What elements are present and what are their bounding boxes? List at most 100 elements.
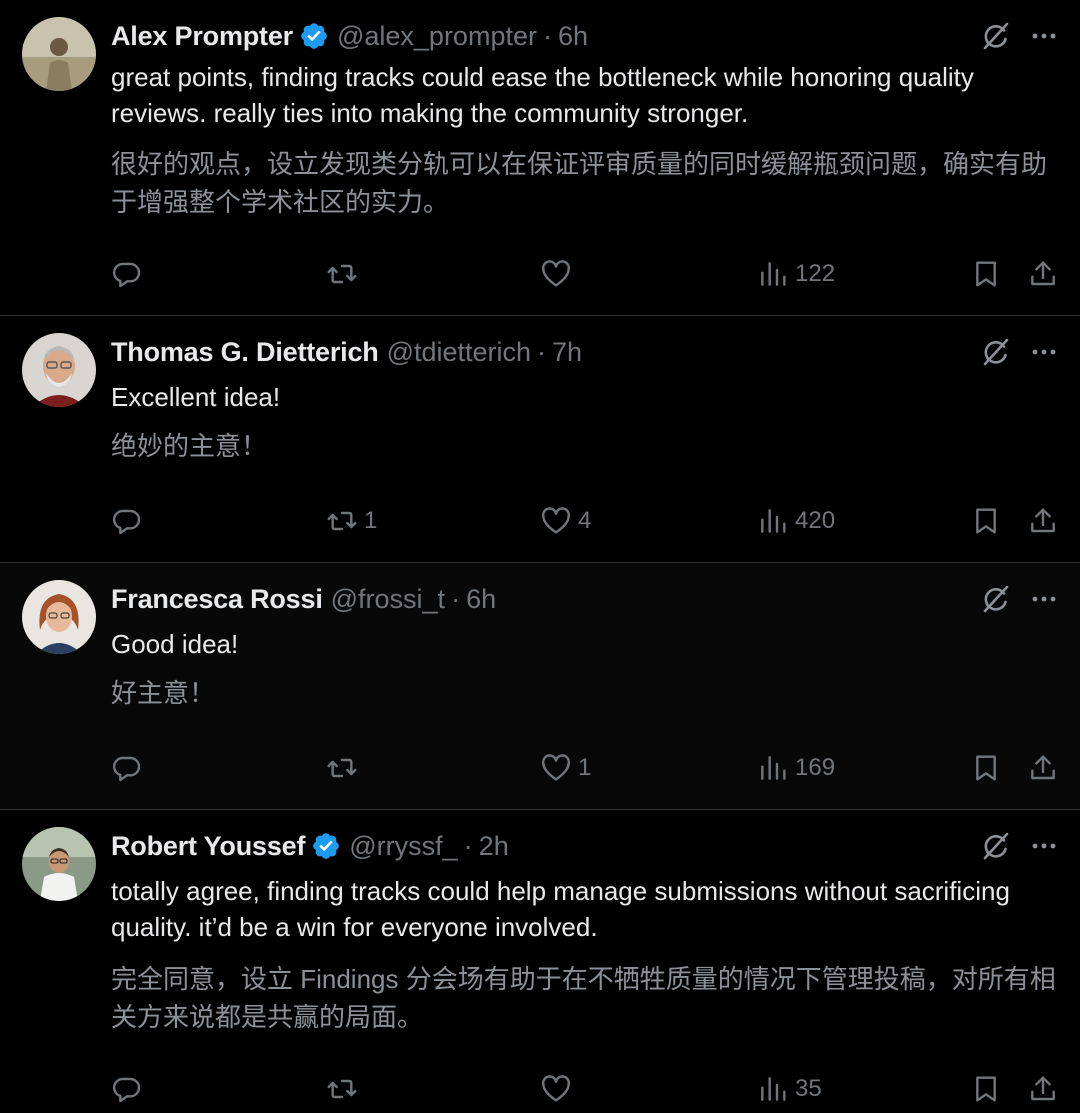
grok-icon[interactable] — [980, 830, 1012, 862]
more-options-icon[interactable] — [1028, 583, 1060, 615]
bookmark-icon — [970, 1073, 1002, 1105]
tweet-header: Thomas G. Dietterich @tdietterich · 7h — [111, 334, 582, 370]
action-bar: 122 — [0, 256, 1080, 292]
bookmark-button[interactable] — [970, 256, 1002, 292]
author-name[interactable]: Francesca Rossi — [111, 584, 323, 615]
more-options-icon[interactable] — [1028, 830, 1060, 862]
tweet[interactable]: Francesca Rossi @frossi_t · 6h Good idea… — [0, 563, 1080, 810]
author-handle[interactable]: @frossi_t — [331, 584, 445, 615]
tweet-header: Alex Prompter @alex_prompter · 6h — [111, 18, 588, 54]
tweet-text: great points, finding tracks could ease … — [111, 62, 974, 128]
tweet-translation: 好主意！ — [111, 678, 216, 708]
views-button[interactable]: 122 — [757, 256, 835, 292]
bookmark-icon — [970, 505, 1002, 537]
more-options-icon[interactable] — [1028, 336, 1060, 368]
view-count: 420 — [795, 507, 836, 534]
heart-icon — [540, 258, 572, 290]
timestamp[interactable]: 2h — [479, 831, 509, 862]
tweet-top-actions — [980, 336, 1060, 368]
reply-button[interactable] — [111, 256, 149, 292]
like-count: 4 — [578, 507, 592, 534]
reply-feed: Alex Prompter @alex_prompter · 6h great … — [0, 0, 1080, 1113]
views-icon — [757, 505, 789, 537]
bookmark-icon — [970, 752, 1002, 784]
separator-dot: · — [451, 583, 461, 614]
views-icon — [757, 1073, 789, 1105]
retweet-icon — [326, 505, 358, 537]
bookmark-button[interactable] — [970, 750, 1002, 786]
reply-icon — [111, 258, 143, 290]
heart-icon — [540, 752, 572, 784]
retweet-button[interactable] — [326, 750, 364, 786]
reply-button[interactable] — [111, 1071, 149, 1107]
author-handle[interactable]: @tdietterich — [387, 337, 531, 368]
timestamp[interactable]: 7h — [552, 337, 582, 368]
grok-icon[interactable] — [980, 583, 1012, 615]
avatar[interactable] — [22, 17, 96, 91]
share-button[interactable] — [1027, 256, 1059, 292]
tweet-top-actions — [980, 20, 1060, 52]
share-icon — [1027, 505, 1059, 537]
like-button[interactable] — [540, 256, 578, 292]
retweet-button[interactable] — [326, 1071, 364, 1107]
tweet-header: Francesca Rossi @frossi_t · 6h — [111, 581, 496, 617]
share-icon — [1027, 752, 1059, 784]
reply-icon — [111, 1073, 143, 1105]
retweet-button[interactable] — [326, 256, 364, 292]
more-options-icon[interactable] — [1028, 20, 1060, 52]
views-icon — [757, 258, 789, 290]
like-button[interactable]: 1 — [540, 750, 591, 786]
action-bar: 1 169 — [0, 750, 1080, 786]
views-button[interactable]: 35 — [757, 1071, 822, 1107]
share-icon — [1027, 1073, 1059, 1105]
bookmark-icon — [970, 258, 1002, 290]
tweet-top-actions — [980, 830, 1060, 862]
views-button[interactable]: 169 — [757, 750, 835, 786]
author-handle[interactable]: @alex_prompter — [337, 21, 537, 52]
like-button[interactable] — [540, 1071, 578, 1107]
reply-icon — [111, 505, 143, 537]
tweet-top-actions — [980, 583, 1060, 615]
verified-badge-icon — [311, 831, 341, 861]
heart-icon — [540, 505, 572, 537]
author-name[interactable]: Robert Youssef — [111, 831, 305, 862]
timestamp[interactable]: 6h — [466, 584, 496, 615]
share-button[interactable] — [1027, 503, 1059, 539]
tweet-text: Good idea! — [111, 629, 239, 659]
separator-dot: · — [542, 20, 552, 51]
separator-dot: · — [463, 830, 473, 861]
like-count: 1 — [578, 754, 592, 781]
action-bar: 35 — [0, 1071, 1080, 1107]
reply-button[interactable] — [111, 503, 149, 539]
retweet-button[interactable]: 1 — [326, 503, 377, 539]
tweet-text: totally agree, finding tracks could help… — [111, 876, 1010, 942]
view-count: 122 — [795, 260, 836, 287]
share-button[interactable] — [1027, 750, 1059, 786]
author-handle[interactable]: @rryssf_ — [349, 831, 457, 862]
tweet[interactable]: Thomas G. Dietterich @tdietterich · 7h E… — [0, 316, 1080, 563]
avatar[interactable] — [22, 580, 96, 654]
grok-icon[interactable] — [980, 336, 1012, 368]
bookmark-button[interactable] — [970, 1071, 1002, 1107]
share-icon — [1027, 258, 1059, 290]
author-name[interactable]: Thomas G. Dietterich — [111, 337, 379, 368]
tweet-header: Robert Youssef @rryssf_ · 2h — [111, 828, 509, 864]
reply-button[interactable] — [111, 750, 149, 786]
bookmark-button[interactable] — [970, 503, 1002, 539]
timestamp[interactable]: 6h — [558, 21, 588, 52]
verified-badge-icon — [299, 21, 329, 51]
views-button[interactable]: 420 — [757, 503, 835, 539]
grok-icon[interactable] — [980, 20, 1012, 52]
author-name[interactable]: Alex Prompter — [111, 21, 293, 52]
retweet-count: 1 — [364, 507, 378, 534]
like-button[interactable]: 4 — [540, 503, 591, 539]
retweet-icon — [326, 752, 358, 784]
share-button[interactable] — [1027, 1071, 1059, 1107]
tweet[interactable]: Robert Youssef @rryssf_ · 2h totally agr… — [0, 810, 1080, 1113]
avatar[interactable] — [22, 827, 96, 901]
avatar[interactable] — [22, 333, 96, 407]
retweet-icon — [326, 1073, 358, 1105]
retweet-icon — [326, 258, 358, 290]
tweet[interactable]: Alex Prompter @alex_prompter · 6h great … — [0, 0, 1080, 316]
tweet-translation: 完全同意，设立 Findings 分会场有助于在不牺牲质量的情况下管理投稿，对所… — [111, 964, 1056, 1032]
